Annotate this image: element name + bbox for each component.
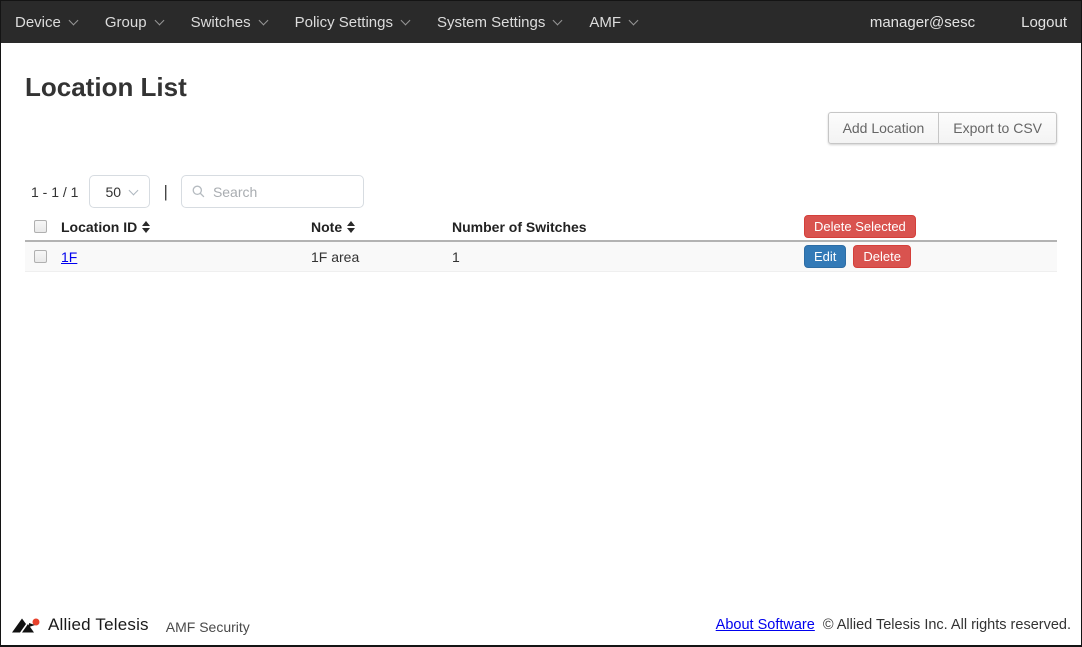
product-name: AMF Security [166, 619, 250, 635]
search-icon [192, 184, 205, 199]
num-switches-cell: 1 [452, 249, 804, 265]
table-header-row: Location ID Note Number of Switches Dele… [25, 213, 1057, 242]
select-all-checkbox[interactable] [34, 220, 47, 233]
list-controls: 1 - 1 / 1 50 | [31, 175, 1057, 208]
controls-separator: | [163, 182, 167, 202]
chevron-down-icon [629, 15, 639, 25]
edit-button[interactable]: Edit [804, 245, 846, 268]
menu-policy-settings[interactable]: Policy Settings [281, 1, 423, 43]
app-window: Device Group Switches Policy Settings Sy… [0, 0, 1082, 647]
page-title: Location List [25, 73, 1057, 101]
chevron-down-icon [129, 185, 139, 195]
menu-switches-label: Switches [191, 14, 251, 31]
logged-in-user: manager@sesc [870, 14, 975, 31]
menu-device[interactable]: Device [15, 1, 91, 43]
menu-device-label: Device [15, 14, 61, 31]
add-location-button[interactable]: Add Location [828, 112, 940, 144]
chevron-down-icon [401, 15, 411, 25]
about-software-link[interactable]: About Software [716, 617, 815, 633]
menu-switches[interactable]: Switches [177, 1, 281, 43]
menu-policy-settings-label: Policy Settings [295, 14, 393, 31]
column-header-num-switches-label: Number of Switches [452, 219, 587, 235]
footer: Allied Telesis AMF Security About Softwa… [1, 609, 1081, 645]
delete-button[interactable]: Delete [853, 245, 911, 268]
pagination-range: 1 - 1 / 1 [31, 184, 78, 200]
copyright-text: © Allied Telesis Inc. All rights reserve… [823, 617, 1071, 633]
sort-icon[interactable] [142, 221, 150, 233]
chevron-down-icon [553, 15, 563, 25]
search-box [181, 175, 364, 208]
row-checkbox[interactable] [34, 250, 47, 263]
top-navbar: Device Group Switches Policy Settings Sy… [1, 1, 1081, 43]
column-header-num-switches: Number of Switches [452, 219, 804, 235]
location-id-link[interactable]: 1F [61, 249, 77, 265]
note-cell: 1F area [311, 249, 452, 265]
export-csv-button[interactable]: Export to CSV [938, 112, 1057, 144]
chevron-down-icon [258, 15, 268, 25]
toolbar: Add Location Export to CSV [25, 112, 1057, 144]
chevron-down-icon [68, 15, 78, 25]
menu-amf[interactable]: AMF [575, 1, 651, 43]
page-size-select[interactable]: 50 [89, 175, 150, 208]
footer-right: About Software © Allied Telesis Inc. All… [716, 617, 1071, 633]
table-row: 1F 1F area 1 Edit Delete [25, 242, 1057, 272]
brand-block: Allied Telesis AMF Security [11, 615, 250, 635]
page-size-value: 50 [105, 184, 121, 200]
column-header-location-id-label: Location ID [61, 219, 137, 235]
row-actions: Edit Delete [804, 245, 1057, 268]
search-input[interactable] [213, 184, 353, 200]
menu-amf-label: AMF [589, 14, 621, 31]
column-header-note-label: Note [311, 219, 342, 235]
menu-system-settings-label: System Settings [437, 14, 545, 31]
delete-selected-button[interactable]: Delete Selected [804, 215, 916, 238]
column-header-location-id: Location ID [61, 219, 311, 235]
menu-group[interactable]: Group [91, 1, 177, 43]
logout-button[interactable]: Logout [1021, 14, 1067, 31]
main-content: Location List Add Location Export to CSV… [1, 43, 1081, 609]
menu-system-settings[interactable]: System Settings [423, 1, 575, 43]
column-header-note: Note [311, 219, 452, 235]
location-table: Location ID Note Number of Switches Dele… [25, 213, 1057, 272]
sort-icon[interactable] [347, 221, 355, 233]
menu-group-label: Group [105, 14, 147, 31]
brand-name: Allied Telesis [48, 615, 149, 635]
allied-telesis-logo [11, 617, 41, 634]
chevron-down-icon [154, 15, 164, 25]
toolbar-button-group: Add Location Export to CSV [828, 112, 1057, 144]
